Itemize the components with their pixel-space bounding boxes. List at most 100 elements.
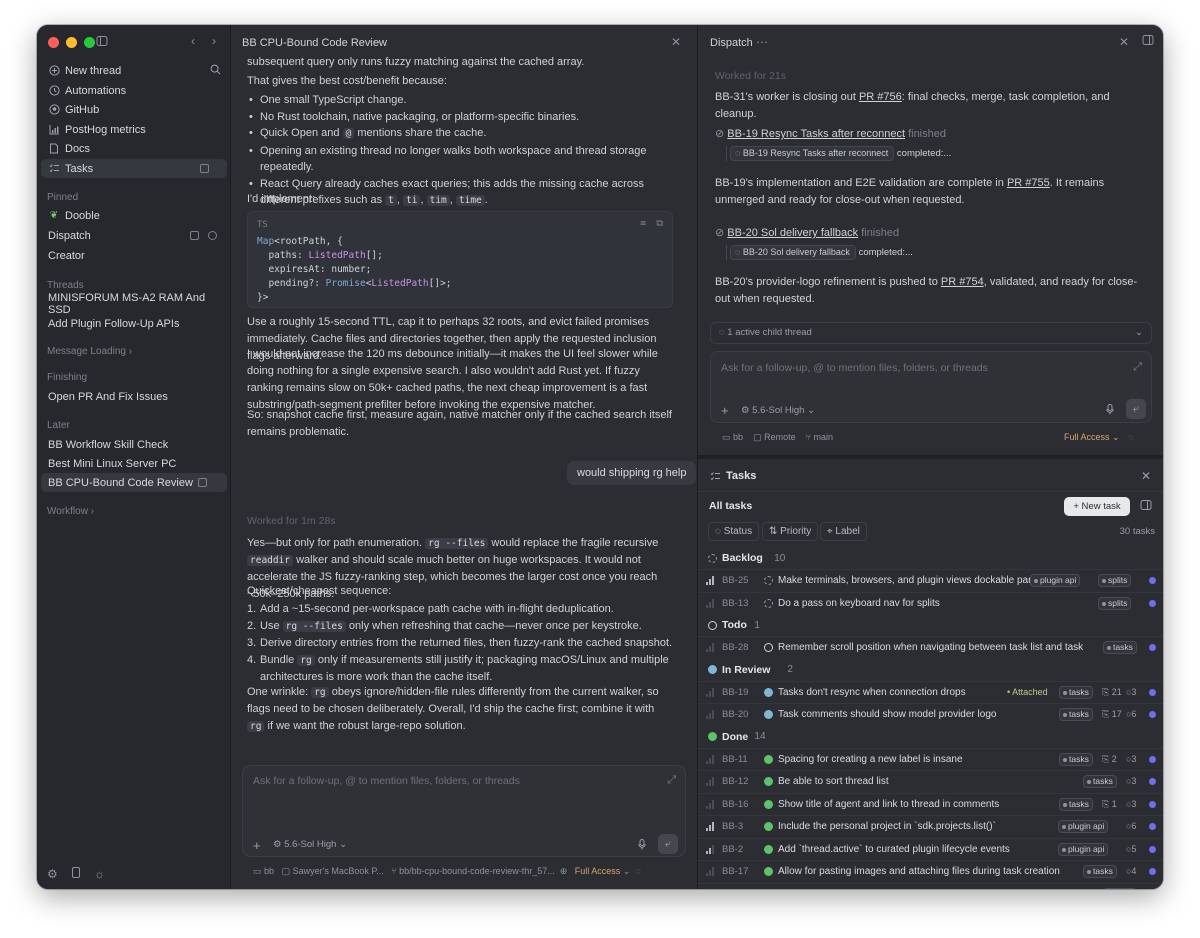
composer-placeholder[interactable]: Ask for a follow-up, @ to mention files,… <box>721 362 988 374</box>
pr-link[interactable]: PR #755 <box>1007 177 1050 189</box>
task-row[interactable]: BB-12 Be able to sort thread list ○3 tasks <box>698 770 1163 792</box>
child-threads-bar[interactable]: ◌ 1 active child thread ⌄ <box>710 322 1152 344</box>
close-icon[interactable]: ✕ <box>1141 469 1151 483</box>
nav-automations[interactable]: Automations <box>41 81 227 100</box>
thread-chip[interactable]: ◌ BB-20 Sol delivery fallback <box>730 245 856 260</box>
panel-toggle-icon[interactable] <box>1142 34 1154 49</box>
pinned-item-dooble[interactable]: ❦ Dooble <box>41 206 227 225</box>
add-attachment-icon[interactable]: + <box>253 838 261 853</box>
task-row[interactable]: BB-17 Allow for pasting images and attach… <box>698 860 1163 882</box>
label-pill[interactable]: tasks <box>1083 865 1117 878</box>
back-arrow-icon[interactable]: ‹ <box>191 34 195 48</box>
label-pill[interactable]: tasks <box>1103 887 1137 889</box>
access-selector[interactable]: Full Access ⌄ <box>1064 432 1120 443</box>
label-pill[interactable]: plugin api <box>1058 842 1109 856</box>
zoom-window-button[interactable] <box>84 37 95 48</box>
thread-item[interactable]: Best Mini Linux Server PC <box>41 454 227 473</box>
split-view-icon[interactable] <box>200 164 209 173</box>
thread-item[interactable]: MINISFORUM MS-A2 RAM And SSD <box>41 292 227 316</box>
label-pill[interactable]: tasks <box>1059 685 1093 699</box>
pr-link[interactable]: PR #756 <box>859 91 902 103</box>
task-row[interactable]: BB-13 Do a pass on keyboard nav for split… <box>698 591 1163 614</box>
access-selector[interactable]: Full Access <box>575 866 621 876</box>
task-row[interactable]: BB-19 Tasks don't resync when connection … <box>698 680 1163 703</box>
filter-priority[interactable]: ⇅ Priority <box>762 522 819 541</box>
machine-label[interactable]: Sawyer's MacBook P... <box>293 866 384 876</box>
model-selector[interactable]: ⚙ 5.6-Sol High ⌄ <box>273 839 347 850</box>
expand-icon[interactable]: ⤢ <box>1133 361 1142 374</box>
sun-icon[interactable]: ☼ <box>94 867 105 881</box>
microphone-icon[interactable] <box>1106 404 1114 418</box>
pinned-item-creator[interactable]: Creator <box>41 246 227 265</box>
close-icon[interactable]: ✕ <box>1119 35 1129 49</box>
nav-posthog[interactable]: PostHog metrics <box>41 120 227 139</box>
sidebar-toggle-icon[interactable] <box>96 35 108 50</box>
label-pill[interactable]: splits <box>1098 596 1132 610</box>
panel-toggle-icon[interactable] <box>1140 499 1152 514</box>
status-icon[interactable] <box>764 643 773 652</box>
nav-docs[interactable]: Docs <box>41 139 227 158</box>
thread-item-active[interactable]: BB CPU-Bound Code Review <box>41 473 227 492</box>
composer-placeholder[interactable]: Ask for a follow-up, @ to mention files,… <box>253 775 520 787</box>
pr-link[interactable]: PR #754 <box>941 276 984 288</box>
status-icon[interactable] <box>764 844 773 854</box>
status-icon[interactable] <box>764 687 773 697</box>
more-icon[interactable]: ⋯ <box>369 35 381 49</box>
workflow-heading[interactable]: Workflow › <box>47 506 94 517</box>
minimize-window-button[interactable] <box>66 37 77 48</box>
settings-icon[interactable]: ⚙ <box>47 867 58 881</box>
group-header[interactable]: Todo 1 <box>698 614 1163 636</box>
label-pill[interactable]: splits <box>1098 574 1132 587</box>
branch-label[interactable]: main <box>814 432 834 442</box>
close-icon[interactable]: ✕ <box>671 35 681 49</box>
nav-github[interactable]: GitHub <box>41 100 227 119</box>
thread-item[interactable]: BB Workflow Skill Check <box>41 435 227 454</box>
label-pill[interactable]: tasks <box>1059 752 1093 766</box>
model-selector[interactable]: ⚙ 5.6-Sol High ⌄ <box>741 405 815 416</box>
split-view-icon[interactable] <box>190 231 199 240</box>
thread-chip[interactable]: ◌ BB-19 Resync Tasks after reconnect <box>730 146 895 161</box>
folder-label[interactable]: bb <box>733 432 743 442</box>
branch-label[interactable]: bb/bb-cpu-bound-code-review-thr_57... <box>399 866 555 876</box>
task-row[interactable]: BB-2 Add `thread.active` to curated plugi… <box>698 837 1163 860</box>
status-icon[interactable] <box>764 598 773 608</box>
task-row[interactable]: BB-20 Task comments should show model pro… <box>698 703 1163 725</box>
thread-item[interactable]: Open PR And Fix Issues <box>41 387 227 406</box>
expand-icon[interactable]: ⤢ <box>667 774 676 787</box>
nav-tasks[interactable]: Tasks <box>41 159 227 178</box>
search-icon[interactable] <box>210 64 221 78</box>
add-circle-icon[interactable]: ⊕ <box>560 866 568 876</box>
status-icon[interactable] <box>764 777 773 786</box>
thread-link[interactable]: BB-19 Resync Tasks after reconnect <box>727 128 905 140</box>
status-icon[interactable] <box>764 576 773 585</box>
add-attachment-icon[interactable]: + <box>721 403 729 418</box>
more-icon[interactable]: ⋯ <box>756 35 768 49</box>
filter-label-button[interactable]: ⌖ Label <box>820 522 867 541</box>
task-row[interactable]: BB-15 Show attached github PRs inside of … <box>698 882 1163 889</box>
message-loading-heading[interactable]: Message Loading › <box>47 346 132 357</box>
label-pill[interactable]: tasks <box>1059 708 1093 721</box>
task-row[interactable]: BB-11 Spacing for creating a new label is… <box>698 747 1163 770</box>
label-pill[interactable]: plugin api <box>1030 574 1081 587</box>
group-header[interactable]: Backlog 10 <box>698 547 1163 569</box>
thread-item[interactable]: Add Plugin Follow-Up APIs <box>41 314 227 333</box>
label-pill[interactable]: tasks <box>1059 797 1093 811</box>
group-header[interactable]: In Review 2 <box>698 659 1163 681</box>
group-header[interactable]: Done 14 <box>698 726 1163 748</box>
close-window-button[interactable] <box>48 37 59 48</box>
phone-icon[interactable] <box>72 867 80 881</box>
forward-arrow-icon[interactable]: › <box>212 34 216 48</box>
label-pill[interactable]: tasks <box>1083 775 1117 788</box>
split-view-icon[interactable] <box>198 478 207 487</box>
status-icon[interactable] <box>764 822 773 831</box>
send-button[interactable]: ⤶ <box>1126 399 1146 419</box>
task-row[interactable]: BB-28 Remember scroll position when navig… <box>698 636 1163 658</box>
status-icon[interactable] <box>764 754 773 764</box>
remote-label[interactable]: Remote <box>764 432 796 442</box>
task-row[interactable]: BB-3 Include the personal project in `sdk… <box>698 815 1163 837</box>
nav-new-thread[interactable]: New thread <box>41 61 227 80</box>
new-task-button[interactable]: + New task <box>1064 497 1130 516</box>
label-pill[interactable]: plugin api <box>1058 820 1109 833</box>
task-row[interactable]: BB-25 Make terminals, browsers, and plugi… <box>698 569 1163 591</box>
status-icon[interactable] <box>764 710 773 719</box>
